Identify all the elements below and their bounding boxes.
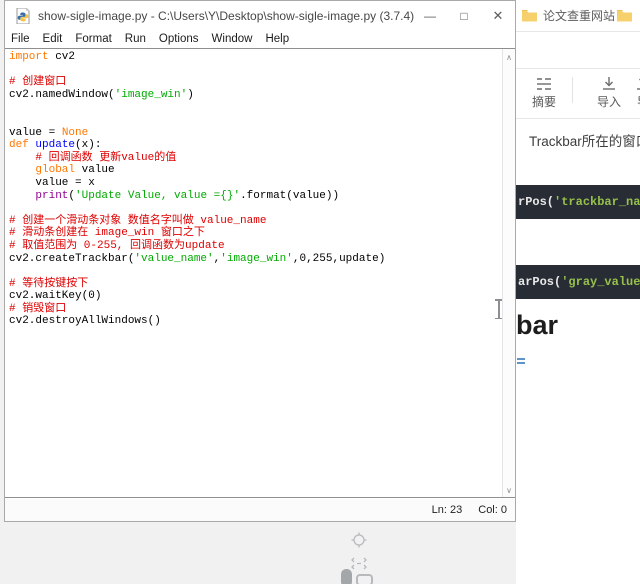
toolbar-label: 导入 [596, 95, 621, 109]
browser-panel: 论文查重网站 摘要 导入 导 Trackbar所在的窗口 rPos('track… [516, 0, 640, 584]
code-line: # 等待按键按下 [9, 277, 89, 290]
menu-format[interactable]: Format [75, 33, 111, 45]
status-bar: Ln: 23 Col: 0 [5, 499, 515, 521]
window-title: show-sigle-image.py - C:\Users\Y\Desktop… [38, 8, 415, 23]
code-line: # 回调函数 更新value的值 [9, 151, 177, 164]
toolbar-label: 摘要 [531, 95, 556, 109]
text-cursor-ibeam [493, 299, 504, 319]
code-line: print('Update Value, value ={}'.format(v… [35, 189, 340, 202]
outline-list-icon [536, 74, 552, 91]
menu-options[interactable]: Options [159, 33, 199, 45]
divider [516, 31, 640, 32]
toolbar-button-import[interactable]: 导入 [592, 74, 626, 112]
caption-trackbar-window: Trackbar所在的窗口 [529, 134, 640, 149]
title-bar[interactable]: show-sigle-image.py - C:\Users\Y\Desktop… [5, 1, 515, 30]
menu-run[interactable]: Run [125, 33, 146, 45]
idle-editor-window: show-sigle-image.py - C:\Users\Y\Desktop… [4, 0, 516, 522]
code-line: # 创建窗口 [9, 76, 67, 89]
menu-bar: File Edit Format Run Options Window Help [5, 30, 515, 48]
code-line: cv2.destroyAllWindows() [9, 315, 161, 328]
code-line: def update(x): [9, 139, 102, 152]
menu-help[interactable]: Help [265, 33, 289, 45]
code-line: # 取值范围为 0-255, 回调函数为update [9, 239, 225, 252]
scroll-up-icon[interactable]: ∧ [503, 51, 515, 63]
capture-frame-partial-icon[interactable] [356, 574, 373, 584]
divider [516, 118, 640, 119]
code-snippet-gettrackbarpos: rPos('trackbar_name [516, 185, 640, 219]
code-area[interactable]: import cv2 # 创建窗口 cv2.namedWindow('image_… [5, 49, 502, 497]
close-button[interactable]: ✕ [481, 1, 515, 30]
code-line: value = None [9, 126, 89, 139]
window-controls: — □ ✕ [413, 1, 515, 30]
snippet-string: 'trackbar_name [554, 195, 640, 209]
code-line: global value [35, 164, 115, 177]
code-line: cv2.waitKey(0) [9, 290, 102, 303]
toolbar-button-export-partial[interactable]: 导 [626, 74, 640, 112]
divider [572, 77, 573, 103]
editor-area: import cv2 # 创建窗口 cv2.namedWindow('image_… [5, 48, 515, 498]
snippet-text: arPos( [518, 275, 562, 289]
menu-file[interactable]: File [11, 33, 30, 45]
bookmarks-bar: 论文查重网站 [516, 0, 640, 30]
maximize-button[interactable]: □ [447, 1, 481, 30]
code-line: value = x [9, 176, 95, 189]
code-line: # 滑动条创建在 image_win 窗口之下 [9, 227, 205, 240]
code-snippet-settrackbarpos: arPos('gray_value', [516, 265, 640, 299]
divider [516, 68, 640, 69]
vertical-scrollbar[interactable]: ∧ ∨ [502, 49, 515, 497]
status-line: Ln: 23 [431, 504, 463, 516]
scroll-down-icon[interactable]: ∨ [503, 484, 515, 496]
heading-trackbar-partial: bar [516, 310, 559, 340]
folder-icon [522, 9, 537, 22]
code-line: cv2.namedWindow('image_win') [9, 88, 194, 101]
menu-window[interactable]: Window [212, 33, 253, 45]
snippet-string: 'gray_value' [561, 275, 640, 289]
code-line: # 销毁窗口 [9, 302, 67, 315]
capture-target-icon[interactable] [351, 532, 367, 553]
bookmark-folder-2[interactable] [617, 6, 638, 24]
upload-icon [636, 74, 640, 91]
menu-edit[interactable]: Edit [43, 33, 63, 45]
code-line: # 创建一个滑动条对象 数值名字叫做 value_name [9, 214, 267, 227]
snippet-text: rPos( [518, 195, 555, 209]
code-line: cv2.createTrackbar('value_name','image_w… [9, 252, 386, 265]
bookmark-label: 论文查重网站 [543, 8, 616, 23]
python-file-icon [15, 7, 31, 24]
status-col: Col: 0 [478, 504, 507, 516]
code-line: import cv2 [9, 51, 76, 63]
bookmark-folder-papers[interactable]: 论文查重网站 [522, 6, 615, 24]
capture-tool-partial-icon[interactable] [341, 569, 352, 584]
download-icon [602, 74, 616, 91]
folder-icon [617, 9, 632, 22]
minimize-button[interactable]: — [413, 1, 447, 30]
toolbar-button-abstract[interactable]: 摘要 [527, 74, 561, 112]
partial-link-fragment [517, 356, 525, 368]
